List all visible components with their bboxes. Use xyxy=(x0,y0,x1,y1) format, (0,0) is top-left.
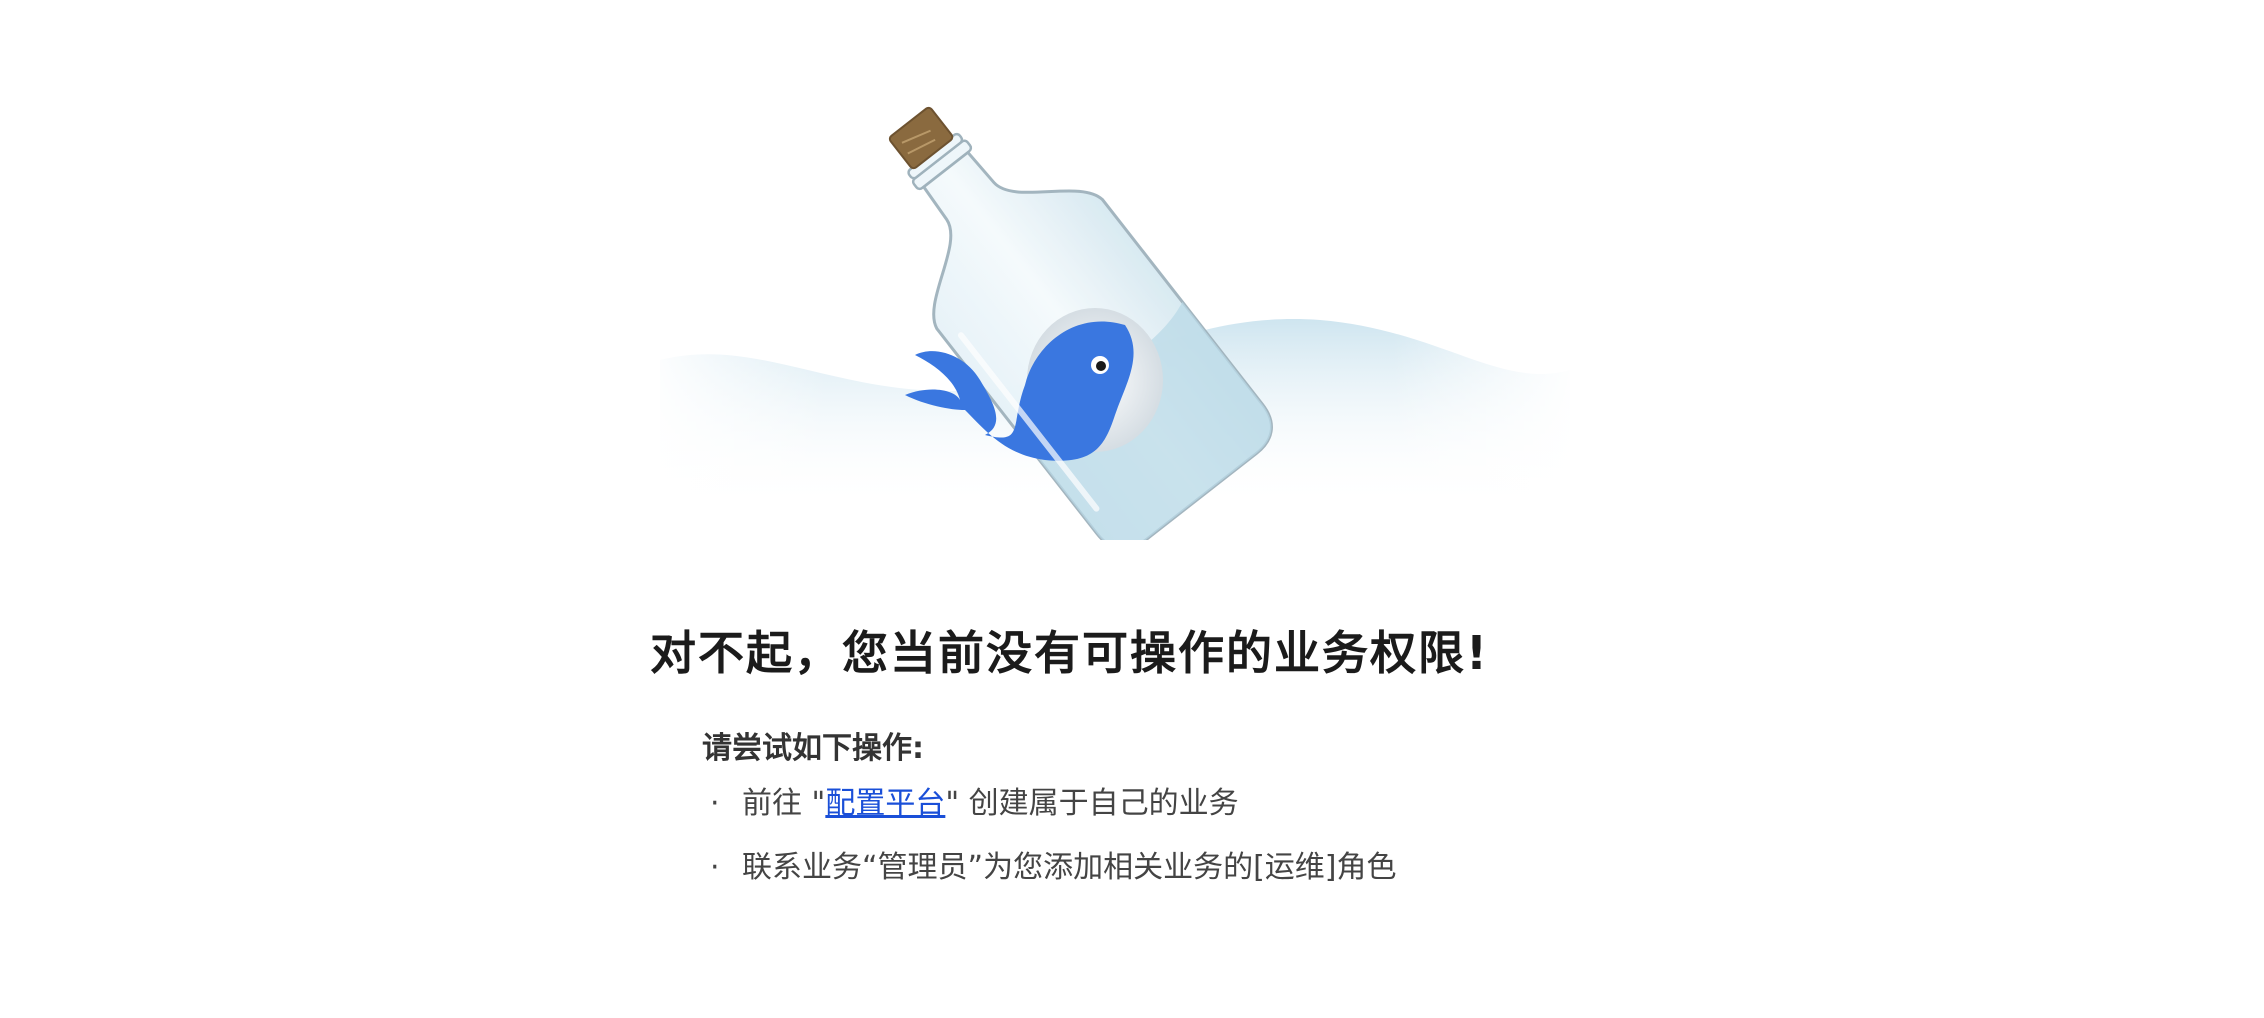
bullet: · xyxy=(710,786,720,821)
whale-in-bottle-icon xyxy=(640,106,1580,540)
tip-item-create-business: · 前往 "配置平台" 创建属于自己的业务 xyxy=(702,772,1397,836)
tips-heading: 请尝试如下操作: xyxy=(702,731,924,766)
config-platform-link[interactable]: 配置平台 xyxy=(825,786,945,821)
page-title: 对不起，您当前没有可操作的业务权限! xyxy=(650,626,1489,680)
tip-item-contact-admin: · 联系业务“管理员”为您添加相关业务的[运维]角色 xyxy=(702,836,1397,900)
tip-text-after: " 创建属于自己的业务 xyxy=(945,786,1239,821)
tip-text: 联系业务“管理员”为您添加相关业务的[运维]角色 xyxy=(742,850,1397,885)
no-permission-page: 对不起，您当前没有可操作的业务权限! 请尝试如下操作: · 前往 "配置平台" … xyxy=(0,0,2264,1018)
tips-section: 请尝试如下操作: · 前往 "配置平台" 创建属于自己的业务 · 联系业务“管理… xyxy=(702,726,1397,900)
tip-text-before: 前往 " xyxy=(742,786,826,821)
bullet: · xyxy=(710,850,720,885)
